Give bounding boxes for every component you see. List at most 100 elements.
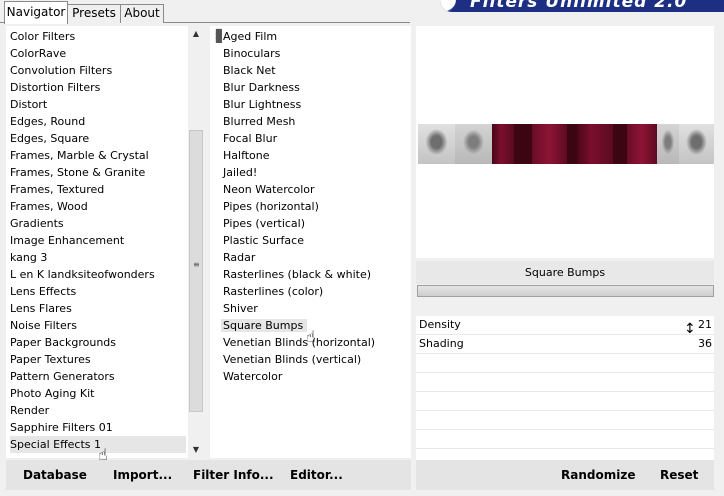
category-item[interactable]: Sapphire Filters 01 [10, 419, 186, 436]
filter-progress-groove [417, 285, 714, 297]
category-item[interactable]: Paper Textures [10, 351, 186, 368]
app-banner: Filters Unlimited 2.0 [440, 0, 724, 12]
parameter-list: Density 21 Shading 36 [416, 316, 714, 468]
editor-button[interactable]: Editor... [290, 460, 343, 490]
reset-button[interactable]: Reset [660, 460, 698, 490]
filter-item[interactable]: Blur Lightness [223, 96, 409, 113]
filter-item[interactable]: Pipes (horizontal) [223, 198, 409, 215]
scrollbar-thumb[interactable]: ≡ [189, 130, 203, 412]
filter-item[interactable]: Halftone [223, 147, 409, 164]
filter-item[interactable]: Jailed! [223, 164, 409, 181]
filter-item[interactable]: Venetian Blinds (vertical) [223, 351, 409, 368]
filter-item-label: Aged Film [223, 30, 278, 43]
category-item[interactable]: Frames, Wood [10, 198, 186, 215]
param-label: Density [419, 318, 461, 331]
filter-item-label: Jailed! [223, 166, 258, 179]
filter-item[interactable]: Binoculars [223, 45, 409, 62]
category-item[interactable]: Frames, Marble & Crystal [10, 147, 186, 164]
filter-item[interactable]: Blur Darkness [223, 79, 409, 96]
category-scrollbar[interactable]: ▲ ≡ ▼ [188, 26, 204, 458]
hand-cursor-icon: ☝ [306, 327, 316, 346]
category-item[interactable]: Noise Filters [10, 317, 186, 334]
param-row-empty [416, 373, 714, 392]
filter-item-label: Venetian Blinds (vertical) [223, 353, 362, 366]
filter-item-label: Halftone [223, 149, 270, 162]
category-item[interactable]: kang 3 [10, 249, 186, 266]
param-value: 21 [698, 318, 712, 331]
param-label: Shading [419, 337, 464, 350]
filter-item-label: Blurred Mesh [223, 115, 296, 128]
category-item[interactable]: Frames, Textured [10, 181, 186, 198]
filter-info-button[interactable]: Filter Info... [193, 460, 274, 490]
filter-item[interactable]: Square Bumps [221, 317, 409, 334]
category-item[interactable]: Photo Aging Kit [10, 385, 186, 402]
filter-item-label: Pipes (vertical) [223, 217, 306, 230]
filter-item-label: Blur Darkness [223, 81, 300, 94]
filter-item[interactable]: Focal Blur [223, 130, 409, 147]
filter-item-label: Pipes (horizontal) [223, 200, 319, 213]
category-item[interactable]: Lens Flares [10, 300, 186, 317]
filter-item[interactable]: Blurred Mesh [223, 113, 409, 130]
filter-item-label: Square Bumps [221, 319, 308, 332]
scrollbar-grip-icon: ≡ [193, 260, 200, 269]
import-button[interactable]: Import... [113, 460, 172, 490]
filter-item[interactable]: Aged Film [223, 28, 409, 45]
filter-list: Aged Film Binoculars Black Net Blur Darknes… [221, 28, 409, 385]
filter-item-label: Blur Lightness [223, 98, 302, 111]
filter-item-label: Shiver [223, 302, 258, 315]
category-item[interactable]: Color Filters [10, 28, 186, 45]
category-item[interactable]: L en K landksiteofwonders [10, 266, 186, 283]
filter-list-panel: ■ ■ ■ Aged Film Binoculars Black Net Blur Dar… [210, 26, 411, 458]
category-item[interactable]: Distort [10, 96, 186, 113]
category-item[interactable]: Paper Backgrounds [10, 334, 186, 351]
filter-item-label: Plastic Surface [223, 234, 304, 247]
filter-item-label: Rasterlines (color) [223, 285, 324, 298]
category-item[interactable]: Image Enhancement [10, 232, 186, 249]
category-item[interactable]: Edges, Round [10, 113, 186, 130]
param-row-empty [416, 392, 714, 411]
filter-name-label: Square Bumps [416, 261, 714, 284]
filter-item[interactable]: Black Net [223, 62, 409, 79]
filter-item[interactable]: Pipes (vertical) [223, 215, 409, 232]
category-item[interactable]: Lens Effects [10, 283, 186, 300]
category-item[interactable]: Edges, Square [10, 130, 186, 147]
category-item[interactable]: ColorRave [10, 45, 186, 62]
filter-item[interactable]: Rasterlines (black & white) [223, 266, 409, 283]
category-item[interactable]: Pattern Generators [10, 368, 186, 385]
filter-item-label: Rasterlines (black & white) [223, 268, 372, 281]
filter-item[interactable]: Watercolor [223, 368, 409, 385]
param-row-density[interactable]: Density 21 [416, 316, 714, 335]
category-item[interactable]: Render [10, 402, 186, 419]
category-item[interactable]: Gradients [10, 215, 186, 232]
filter-item[interactable]: Neon Watercolor [223, 181, 409, 198]
filter-item[interactable]: Plastic Surface [223, 232, 409, 249]
randomize-button[interactable]: Randomize [561, 460, 635, 490]
preview-image [418, 124, 714, 164]
param-row-shading[interactable]: Shading 36 [416, 335, 714, 354]
param-row-empty [416, 430, 714, 449]
scroll-down-icon[interactable]: ▼ [188, 442, 204, 458]
filter-item-label: Radar [223, 251, 256, 264]
category-item[interactable]: Frames, Stone & Granite [10, 164, 186, 181]
param-row-empty [416, 354, 714, 373]
filter-item-label: Watercolor [223, 370, 283, 383]
filter-item-label: Binoculars [223, 47, 281, 60]
scroll-up-icon[interactable]: ▲ [188, 26, 204, 42]
database-button[interactable]: Database [23, 460, 87, 490]
param-row-empty [416, 411, 714, 430]
filter-item[interactable]: Rasterlines (color) [223, 283, 409, 300]
filter-item-label: Venetian Blinds (horizontal) [223, 336, 376, 349]
filter-item-label: Neon Watercolor [223, 183, 315, 196]
vertical-resize-cursor-icon: ↕ [684, 321, 696, 337]
filter-item-label: Black Net [223, 64, 276, 77]
filter-item[interactable]: Shiver [223, 300, 409, 317]
filter-item[interactable]: Radar [223, 249, 409, 266]
tab-about[interactable]: About [120, 4, 164, 23]
hand-cursor-icon: ☝ [98, 445, 108, 464]
app-title: Filters Unlimited 2.0 [470, 0, 688, 12]
tab-navigator[interactable]: Navigator [4, 1, 68, 24]
category-item[interactable]: Convolution Filters [10, 62, 186, 79]
tab-presets[interactable]: Presets [66, 4, 122, 23]
filter-item[interactable]: Venetian Blinds (horizontal) [223, 334, 409, 351]
category-item[interactable]: Distortion Filters [10, 79, 186, 96]
